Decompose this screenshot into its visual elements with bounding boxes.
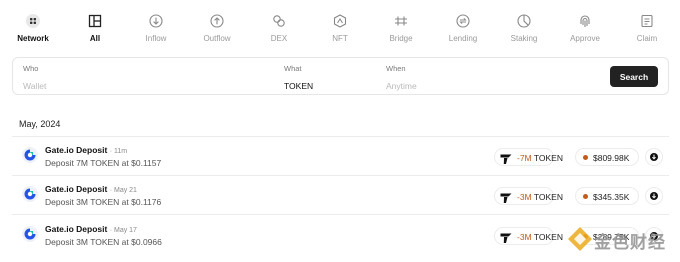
token-amount-pill[interactable]: -7M TOKEN [494,148,563,166]
tab-label: Lending [448,34,478,43]
lending-icon [456,14,470,28]
amount-unit: TOKEN [533,232,563,242]
outflow-icon [210,14,224,28]
tab-label: All [89,34,101,43]
what-field[interactable]: What TOKEN [284,64,313,91]
when-input[interactable]: Anytime [386,81,417,91]
tab-approve[interactable]: Approve [560,14,610,43]
tab-dex[interactable]: DEX [254,14,304,43]
time-ago: · 11m [109,148,128,155]
transaction-row[interactable]: Gate.io Deposit · May 17 Deposit 3M TOKE… [12,216,669,254]
usd-value-pill[interactable]: $289.75K [575,227,639,245]
usd-value-pill[interactable]: $345.35K [575,187,639,205]
tab-outflow[interactable]: Outflow [192,14,242,43]
direction-button[interactable] [645,148,663,166]
dex-icon [272,14,286,28]
who-label: Who [23,64,39,73]
usd-value: $345.35K [593,192,630,202]
entity-label[interactable]: Gate.io Deposit · May 21 [45,184,137,194]
usd-dot-icon [583,194,588,199]
tab-label: DEX [270,34,288,43]
transaction-row[interactable]: Gate.io Deposit · May 21 Deposit 3M TOKE… [12,176,669,214]
gate-io-logo-icon [22,147,38,163]
network-icon [26,14,40,28]
token-amount: -7M TOKEN [517,153,563,163]
entity-name: Gate.io Deposit [45,184,108,194]
tab-label: Outflow [203,34,231,43]
token-amount-pill[interactable]: -3M TOKEN [494,227,563,245]
who-field[interactable]: Who Wallet [23,64,46,91]
gate-io-logo-icon [22,226,38,242]
usd-dot-icon [583,155,588,160]
arrow-down-icon [650,153,658,161]
tab-label: Bridge [389,34,413,43]
token-logo-icon [500,231,512,243]
usd-dot-icon [583,234,588,239]
token-amount-pill[interactable]: -3M TOKEN [494,187,563,205]
who-input[interactable]: Wallet [23,81,46,91]
entity-label[interactable]: Gate.io Deposit · May 17 [45,224,137,234]
inflow-icon [149,14,163,28]
all-icon [88,14,102,28]
token-logo-icon [500,191,512,203]
tab-network[interactable]: Network [8,14,58,43]
gate-io-logo-icon [22,186,38,202]
amount-unit: TOKEN [533,153,563,163]
usd-value: $809.98K [593,153,630,163]
usd-value: $289.75K [593,232,630,242]
amount-value: -3M [517,232,532,242]
staking-icon [517,14,531,28]
search-bar: Who Wallet What TOKEN When Anytime Searc… [12,57,669,95]
tab-inflow[interactable]: Inflow [131,14,181,43]
when-field[interactable]: When Anytime [386,64,417,91]
entity-label[interactable]: Gate.io Deposit · 11m [45,145,127,155]
token-amount: -3M TOKEN [517,232,563,242]
tab-bridge[interactable]: Bridge [376,14,426,43]
entity-name: Gate.io Deposit [45,145,108,155]
token-logo-icon [500,152,512,164]
direction-button[interactable] [645,227,663,245]
transaction-description: Deposit 3M TOKEN at $0.0966 [45,237,162,247]
usd-value-pill[interactable]: $809.98K [575,148,639,166]
token-amount: -3M TOKEN [517,192,563,202]
tab-nft[interactable]: NFT [315,14,365,43]
tab-lending[interactable]: Lending [438,14,488,43]
transaction-description: Deposit 7M TOKEN at $0.1157 [45,158,162,168]
nft-icon [333,14,347,28]
direction-button[interactable] [645,187,663,205]
when-label: When [386,64,406,73]
tab-label: Inflow [145,34,167,43]
search-button[interactable]: Search [610,66,658,87]
amount-value: -7M [517,153,532,163]
amount-unit: TOKEN [533,192,563,202]
tab-label: Claim [636,34,658,43]
row-divider [12,214,669,215]
filter-tabs: Network All Inflow Outflow DEX NFT Bridg… [0,0,680,48]
transaction-row[interactable]: Gate.io Deposit · 11m Deposit 7M TOKEN a… [12,137,669,175]
time-ago: · May 21 [109,187,137,194]
tab-label: Network [17,34,49,43]
what-input[interactable]: TOKEN [284,81,313,91]
tab-label: Approve [570,34,600,43]
tab-label: Staking [510,34,538,43]
tab-claim[interactable]: Claim [622,14,672,43]
arrow-down-icon [650,192,658,200]
time-ago: · May 17 [109,227,137,234]
arrow-down-icon [650,232,658,240]
bridge-icon [394,14,408,28]
fingerprint-icon [578,14,592,28]
month-heading: May, 2024 [19,119,61,129]
tab-staking[interactable]: Staking [499,14,549,43]
entity-name: Gate.io Deposit [45,224,108,234]
tab-label: NFT [332,34,348,43]
transaction-description: Deposit 3M TOKEN at $0.1176 [45,197,162,207]
what-label: What [284,64,302,73]
amount-value: -3M [517,192,532,202]
claim-icon [640,14,654,28]
tab-all[interactable]: All [70,14,120,43]
